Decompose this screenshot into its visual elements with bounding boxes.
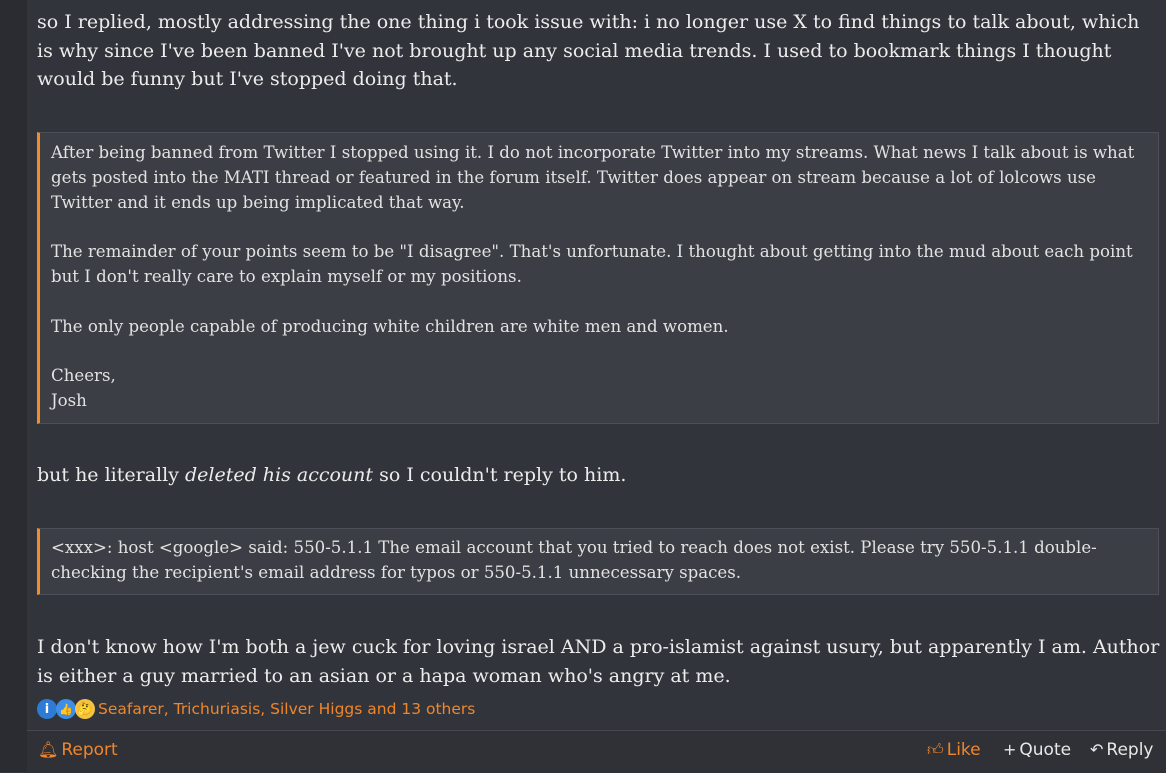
like-button[interactable]: 👍︎ Like: [927, 739, 981, 761]
left-gutter: [0, 0, 27, 772]
quote-paragraph-3: The only people capable of producing whi…: [51, 316, 729, 336]
quote-paragraph-1: After being banned from Twitter I stoppe…: [51, 143, 1135, 212]
post-paragraph-2: but he literally deleted his account so …: [37, 461, 626, 490]
quote-label: Quote: [1019, 740, 1072, 760]
informative-icon: i: [37, 699, 57, 719]
post-paragraph-2-emphasis: deleted his account: [184, 464, 374, 486]
reaction-users-link[interactable]: Seafarer, Trichuriasis, Silver Higgs and…: [98, 700, 475, 718]
email-error-text: <xxx>: host <google> said: 550-5.1.1 The…: [51, 538, 1097, 582]
reply-arrow-icon: ↶: [1090, 740, 1104, 759]
thumbs-up-icon: 👍︎: [927, 740, 944, 759]
post-paragraph-2-start: but he literally: [37, 464, 185, 486]
reply-label: Reply: [1106, 740, 1154, 760]
plus-icon: +: [1003, 740, 1017, 759]
like-label: Like: [946, 740, 981, 760]
post-footer: 🔔︎ Report 👍︎ Like + Quote ↶ Reply: [27, 730, 1166, 773]
post-paragraph-1: so I replied, mostly addressing the one …: [37, 11, 1140, 90]
thinking-icon: 🤔: [75, 699, 95, 719]
quote-paragraph-2: The remainder of your points seem to be …: [51, 242, 1133, 286]
reaction-summary[interactable]: i 👍 🤔 Seafarer, Trichuriasis, Silver Hig…: [37, 697, 475, 721]
quote-signature-greeting: Cheers,: [51, 366, 116, 386]
like-icon: 👍: [56, 699, 76, 719]
bell-icon: 🔔︎: [38, 740, 59, 759]
quote-signature-name: Josh: [51, 390, 87, 410]
blockquote-josh: After being banned from Twitter I stoppe…: [37, 132, 1159, 424]
post-paragraph-2-end: so I couldn't reply to him.: [373, 464, 627, 486]
post-paragraph-3: I don't know how I'm both a jew cuck for…: [37, 636, 1160, 687]
quote-signature: Cheers, Josh: [51, 364, 1148, 414]
quote-button[interactable]: + Quote: [1003, 739, 1071, 761]
report-button[interactable]: 🔔︎ Report: [38, 739, 118, 761]
report-label: Report: [61, 740, 118, 760]
blockquote-email-error: <xxx>: host <google> said: 550-5.1.1 The…: [37, 528, 1159, 595]
reply-button[interactable]: ↶ Reply: [1090, 739, 1154, 761]
